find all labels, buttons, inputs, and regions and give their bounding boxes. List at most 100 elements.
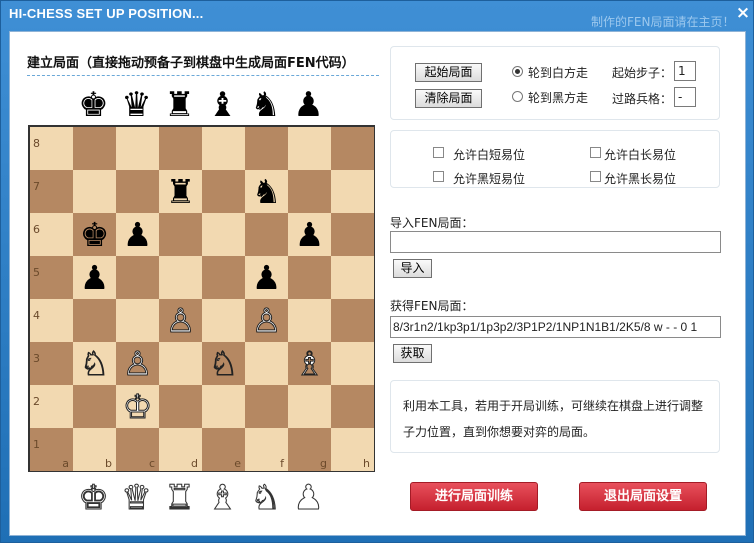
square-e5[interactable]: [202, 256, 245, 299]
square-a4[interactable]: 4: [30, 299, 73, 342]
square-f3[interactable]: [245, 342, 288, 385]
white-pawn-source[interactable]: ♟: [287, 477, 330, 519]
square-h7[interactable]: [331, 170, 374, 213]
square-g7[interactable]: [288, 170, 331, 213]
start-move-input[interactable]: 1: [674, 61, 696, 81]
black-piece-d7[interactable]: ♜: [159, 170, 202, 213]
title-bar[interactable]: HI-CHESS SET UP POSITION... 制作的FEN局面请在主页…: [1, 1, 753, 29]
black-short-castle-checkbox[interactable]: [433, 171, 444, 182]
square-b5[interactable]: ♟: [73, 256, 116, 299]
white-piece-b3[interactable]: ♘: [73, 342, 116, 385]
white-piece-d4[interactable]: ♙: [159, 299, 202, 342]
black-to-move-radio[interactable]: [512, 91, 523, 102]
start-training-button[interactable]: 进行局面训练: [410, 482, 538, 511]
white-bishop-source[interactable]: ♝: [201, 477, 244, 519]
black-king-source[interactable]: ♚: [72, 84, 115, 126]
square-d3[interactable]: [159, 342, 202, 385]
square-d2[interactable]: [159, 385, 202, 428]
square-g4[interactable]: [288, 299, 331, 342]
export-fen-output[interactable]: 8/3r1n2/1kp3p1/1p3p2/3P1P2/1NP1N1B1/2K5/…: [390, 316, 721, 338]
square-c8[interactable]: [116, 127, 159, 170]
start-position-button[interactable]: 起始局面: [415, 63, 482, 82]
square-b6[interactable]: ♚: [73, 213, 116, 256]
square-g1[interactable]: g: [288, 428, 331, 471]
square-f6[interactable]: [245, 213, 288, 256]
square-e6[interactable]: [202, 213, 245, 256]
square-c5[interactable]: [116, 256, 159, 299]
square-d4[interactable]: ♙: [159, 299, 202, 342]
square-e1[interactable]: e: [202, 428, 245, 471]
square-h8[interactable]: [331, 127, 374, 170]
square-f1[interactable]: f: [245, 428, 288, 471]
square-e4[interactable]: [202, 299, 245, 342]
square-g2[interactable]: [288, 385, 331, 428]
black-piece-f7[interactable]: ♞: [245, 170, 288, 213]
square-b2[interactable]: [73, 385, 116, 428]
square-d8[interactable]: [159, 127, 202, 170]
white-queen-source[interactable]: ♛: [115, 477, 158, 519]
white-piece-c2[interactable]: ♔: [116, 385, 159, 428]
white-piece-c3[interactable]: ♙: [116, 342, 159, 385]
square-f4[interactable]: ♙: [245, 299, 288, 342]
close-button[interactable]: ×: [734, 4, 752, 22]
square-h6[interactable]: [331, 213, 374, 256]
square-h3[interactable]: [331, 342, 374, 385]
white-long-castle-checkbox[interactable]: [590, 147, 601, 158]
import-button[interactable]: 导入: [393, 259, 432, 278]
square-f7[interactable]: ♞: [245, 170, 288, 213]
square-a6[interactable]: 6: [30, 213, 73, 256]
square-a3[interactable]: 3: [30, 342, 73, 385]
square-f2[interactable]: [245, 385, 288, 428]
square-c6[interactable]: ♟: [116, 213, 159, 256]
black-queen-source[interactable]: ♛: [115, 84, 158, 126]
square-c7[interactable]: [116, 170, 159, 213]
white-piece-f4[interactable]: ♙: [245, 299, 288, 342]
square-c2[interactable]: ♔: [116, 385, 159, 428]
square-g3[interactable]: ♗: [288, 342, 331, 385]
square-a1[interactable]: 1a: [30, 428, 73, 471]
square-e7[interactable]: [202, 170, 245, 213]
square-h2[interactable]: [331, 385, 374, 428]
import-fen-input[interactable]: [390, 231, 721, 253]
white-king-source[interactable]: ♚: [72, 477, 115, 519]
white-to-move-radio[interactable]: [512, 66, 523, 77]
black-pawn-source[interactable]: ♟: [287, 84, 330, 126]
black-piece-f5[interactable]: ♟: [245, 256, 288, 299]
square-e2[interactable]: [202, 385, 245, 428]
white-rook-source[interactable]: ♜: [158, 477, 201, 519]
white-knight-source[interactable]: ♞: [244, 477, 287, 519]
square-b7[interactable]: [73, 170, 116, 213]
get-fen-button[interactable]: 获取: [393, 344, 432, 363]
black-piece-c6[interactable]: ♟: [116, 213, 159, 256]
square-b3[interactable]: ♘: [73, 342, 116, 385]
white-piece-e3[interactable]: ♘: [202, 342, 245, 385]
black-knight-source[interactable]: ♞: [244, 84, 287, 126]
square-f8[interactable]: [245, 127, 288, 170]
square-c4[interactable]: [116, 299, 159, 342]
square-g8[interactable]: [288, 127, 331, 170]
square-c3[interactable]: ♙: [116, 342, 159, 385]
white-piece-g3[interactable]: ♗: [288, 342, 331, 385]
square-e8[interactable]: [202, 127, 245, 170]
white-short-castle-checkbox[interactable]: [433, 147, 444, 158]
square-d6[interactable]: [159, 213, 202, 256]
square-g5[interactable]: [288, 256, 331, 299]
black-piece-b6[interactable]: ♚: [73, 213, 116, 256]
square-c1[interactable]: c: [116, 428, 159, 471]
square-b8[interactable]: [73, 127, 116, 170]
square-h4[interactable]: [331, 299, 374, 342]
en-passant-input[interactable]: -: [674, 87, 696, 107]
square-d7[interactable]: ♜: [159, 170, 202, 213]
square-a7[interactable]: 7: [30, 170, 73, 213]
black-rook-source[interactable]: ♜: [158, 84, 201, 126]
chess-board[interactable]: 8 7 ♜ ♞ 6 ♚ ♟ ♟ 5 ♟ ♟ 4 ♙ ♙ 3 ♘ ♙ ♘ ♗ 2 ♔ 1 a b c d e f g h: [28, 125, 375, 472]
black-piece-g6[interactable]: ♟: [288, 213, 331, 256]
square-e3[interactable]: ♘: [202, 342, 245, 385]
square-d1[interactable]: d: [159, 428, 202, 471]
square-a5[interactable]: 5: [30, 256, 73, 299]
square-h1[interactable]: h: [331, 428, 374, 471]
square-b1[interactable]: b: [73, 428, 116, 471]
square-f5[interactable]: ♟: [245, 256, 288, 299]
square-h5[interactable]: [331, 256, 374, 299]
black-bishop-source[interactable]: ♝: [201, 84, 244, 126]
